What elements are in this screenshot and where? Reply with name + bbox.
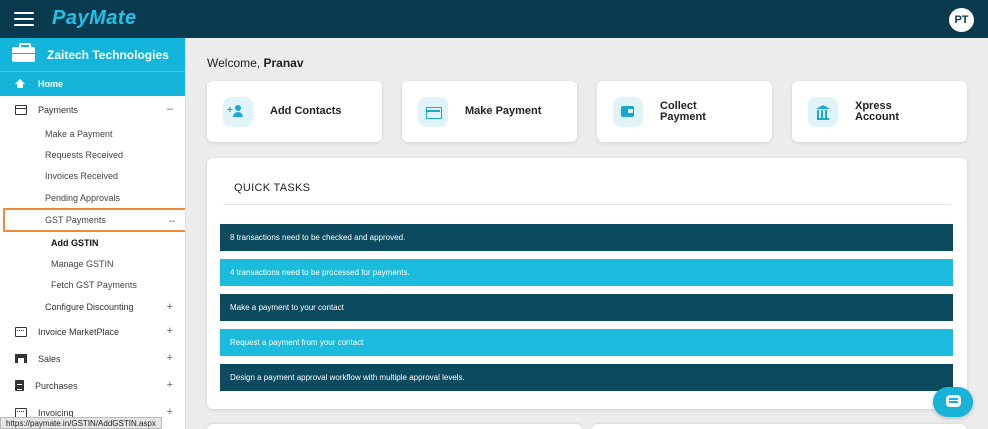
home-icon [15,79,25,89]
sidebar-item-pending-approvals[interactable]: Pending Approvals [0,187,185,208]
welcome-prefix: Welcome, [207,56,261,70]
sidebar-item-payments[interactable]: Payments – [0,96,185,123]
keyboard-icon [15,326,27,337]
sidebar-item-sales[interactable]: Sales + [0,345,185,372]
sidebar-item-home[interactable]: Home [0,71,185,96]
user-avatar[interactable]: PT [949,8,974,32]
collapse-icon[interactable]: – [169,215,175,227]
chat-icon [946,395,961,407]
card-label: Xpress Account [855,99,899,123]
divider [223,204,951,205]
sidebar-item-purchases[interactable]: Purchases + [0,372,185,399]
credit-card-icon [15,104,27,115]
expand-icon[interactable]: + [167,301,173,313]
sidebar-item-add-gstin[interactable]: Add GSTIN [0,232,185,253]
wallet-icon [613,96,643,127]
collapse-icon[interactable]: – [167,103,173,115]
sidebar-item-label: Purchases [35,380,78,391]
hamburger-menu-icon[interactable] [14,12,34,26]
expand-icon[interactable]: + [167,352,173,364]
user-name: Pranav [263,56,304,70]
next-panel-edge [207,424,582,429]
quick-task-item[interactable]: 8 transactions need to be checked and ap… [220,224,953,251]
quick-tasks-panel: QUICK TASKS 8 transactions need to be ch… [207,158,967,409]
sidebar: Zaitech Technologies Home Payments – Mak… [0,38,186,429]
expand-icon[interactable]: + [167,406,173,418]
expand-icon[interactable]: + [167,325,173,337]
app-logo[interactable]: PayMate [52,7,137,30]
sidebar-item-label: Payments [38,104,79,115]
sidebar-item-label: Invoice MarketPlace [38,326,120,337]
sidebar-item-invoice-marketplace[interactable]: Invoice MarketPlace + [0,318,185,345]
sidebar-item-configure-discounting[interactable]: Configure Discounting + [0,296,185,318]
sidebar-item-label: Home [38,79,64,89]
credit-card-icon [418,96,448,127]
welcome-message: Welcome, Pranav [207,56,304,70]
store-icon [15,354,27,364]
collect-payment-card[interactable]: Collect Payment [597,81,772,142]
card-label: Make Payment [465,105,542,117]
xpress-account-card[interactable]: Xpress Account [792,81,967,142]
sidebar-item-label: GST Payments [45,215,106,226]
sidebar-item-make-a-payment[interactable]: Make a Payment [0,123,185,144]
quick-task-item[interactable]: Make a payment to your contact [220,294,953,321]
sidebar-item-fetch-gst-payments[interactable]: Fetch GST Payments [0,275,185,296]
sidebar-item-invoices-received[interactable]: Invoices Received [0,166,185,187]
sidebar-item-gst-payments[interactable]: GST Payments – [3,208,185,233]
sidebar-item-label: Configure Discounting [45,302,134,313]
sidebar-item-manage-gstin[interactable]: Manage GSTIN [0,253,185,274]
card-label: Add Contacts [270,105,342,117]
quick-task-item[interactable]: Request a payment from your contact [220,329,953,356]
card-label: Collect Payment [660,99,706,123]
sidebar-item-requests-received[interactable]: Requests Received [0,144,185,165]
expand-icon[interactable]: + [167,379,173,391]
document-icon [15,380,24,392]
briefcase-icon [12,43,35,62]
company-switcher[interactable]: Zaitech Technologies [0,38,185,71]
quick-tasks-title: QUICK TASKS [234,182,311,194]
sidebar-item-label: Sales [38,353,61,364]
next-panel-edge [592,424,967,429]
company-name: Zaitech Technologies [47,47,169,62]
bank-icon [808,96,838,127]
status-bar-url: https://paymate.in/GSTIN/AddGSTIN.aspx [0,417,162,429]
top-bar: PayMate PT [0,0,988,38]
make-payment-card[interactable]: Make Payment [402,81,577,142]
quick-task-item[interactable]: 4 transactions need to be processed for … [220,259,953,286]
chat-button[interactable] [933,387,973,417]
quick-task-item[interactable]: Design a payment approval workflow with … [220,364,953,391]
add-contact-icon: + [223,96,253,127]
add-contacts-card[interactable]: + Add Contacts [207,81,382,142]
